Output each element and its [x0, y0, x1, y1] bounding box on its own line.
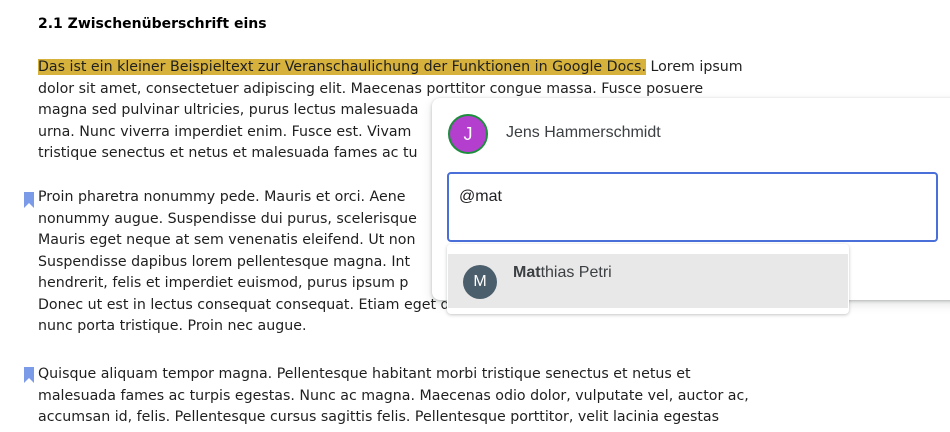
author-avatar: J	[448, 114, 488, 154]
paragraph-3[interactable]: Quisque aliquam tempor magna. Pellentesq…	[38, 364, 798, 429]
line-text: Lorem ipsum	[645, 59, 743, 75]
suggestion-avatar: M	[463, 265, 497, 299]
highlighted-text: Das ist ein kleiner Beispieltext zur Ver…	[38, 59, 646, 75]
bookmark-icon[interactable]	[24, 192, 34, 208]
bookmark-icon[interactable]	[24, 367, 34, 383]
paragraph-line: nunc porta tristique. Proin nec augue.	[38, 318, 307, 334]
paragraph-line: accumsan id, felis. Pellentesque cursus …	[38, 409, 719, 425]
paragraph-line: Quisque aliquam tempor magna. Pellentesq…	[38, 366, 691, 382]
suggestion-name[interactable]: Matthias Petri	[513, 264, 612, 282]
comment-author-name: Jens Hammerschmidt	[506, 124, 661, 141]
suggestion-name-match: Mat	[513, 264, 541, 281]
mention-suggestion-item[interactable]	[448, 254, 848, 308]
comment-input[interactable]: @mat	[447, 172, 938, 242]
paragraph-line: Das ist ein kleiner Beispieltext zur Ver…	[38, 57, 798, 79]
paragraph-line: malesuada fames ac turpis egestas. Nunc …	[38, 387, 749, 404]
suggestion-name-rest: thias Petri	[540, 264, 612, 281]
paragraph-line: dolor sit amet, consectetuer adipiscing …	[38, 80, 704, 97]
heading-2-1: 2.1 Zwischenüberschrift eins	[38, 16, 267, 32]
